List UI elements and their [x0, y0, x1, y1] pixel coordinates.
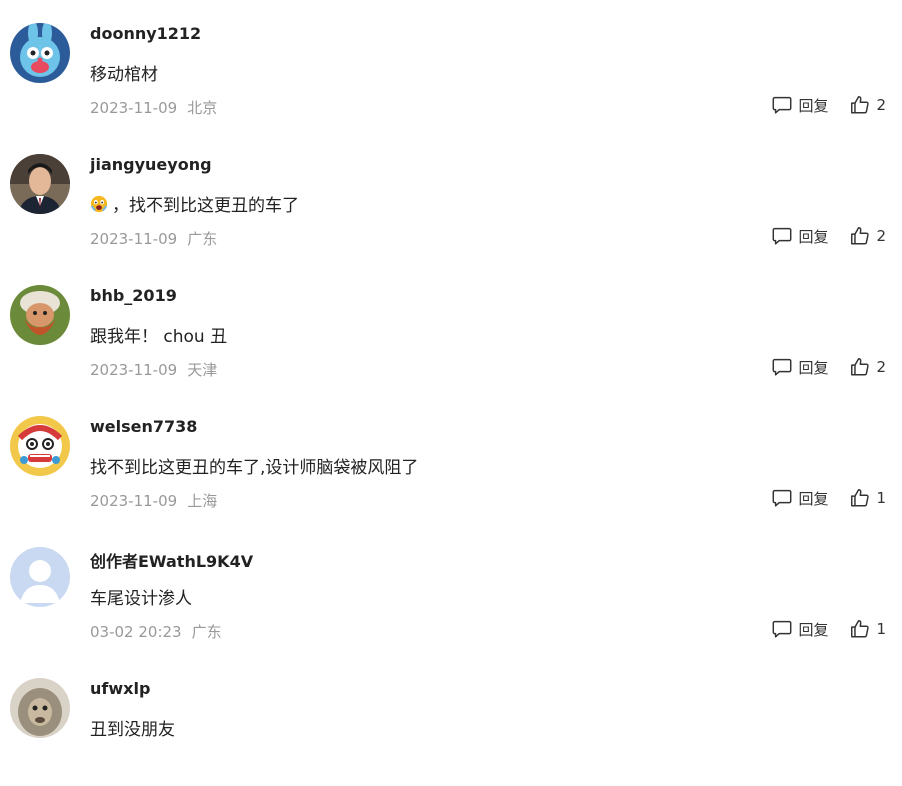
reply-label: 回复 [798, 489, 829, 508]
comment-icon [772, 489, 792, 507]
comment-icon [772, 227, 792, 245]
comment-meta: 03-02 20:23 广东 [90, 621, 222, 642]
reply-button[interactable]: 回复 [771, 487, 828, 509]
like-button[interactable]: 1 [849, 618, 886, 640]
comment-text-body: 找不到比这更丑的车了,设计师脑袋被风阻了 [90, 458, 419, 478]
comment-meta: 2023-11-09 北京 [90, 97, 217, 118]
like-count: 1 [876, 489, 886, 507]
comment-text-body: 跟我年！ chou 丑 [90, 327, 228, 347]
user-avatar[interactable] [10, 416, 70, 476]
comment-time: 2023-11-09 [90, 361, 178, 379]
comment-text-body: 车尾设计渗人 [90, 589, 192, 609]
comment-actions: 回复 1 [771, 618, 886, 640]
like-button[interactable]: 2 [849, 94, 886, 116]
comment-username[interactable]: doonny1212 [90, 24, 201, 43]
comment-icon [772, 96, 792, 114]
comment-time: 03-02 20:23 [90, 623, 182, 641]
like-button[interactable]: 1 [849, 487, 886, 509]
comment-time: 2023-11-09 [90, 492, 178, 510]
comment-username[interactable]: 创作者EWathL9K4V [90, 548, 253, 572]
like-count: 2 [876, 96, 886, 114]
comment-text: 车尾设计渗人 [90, 584, 192, 609]
comment-text-body: ，找不到比这更丑的车了 [112, 196, 299, 216]
user-avatar[interactable] [10, 285, 70, 345]
comment-location: 北京 [187, 99, 218, 117]
reply-button[interactable]: 回复 [771, 618, 828, 640]
comment-time: 2023-11-09 [90, 99, 178, 117]
comment-location: 上海 [187, 492, 218, 510]
comment-text: ，找不到比这更丑的车了 [90, 191, 299, 216]
comment-item: doonny1212 移动棺材 2023-11-09 北京 回复 2 [0, 0, 902, 131]
comment-meta: 2023-11-09 天津 [90, 359, 217, 380]
comment-text-body: 移动棺材 [90, 65, 158, 85]
user-avatar[interactable] [10, 678, 70, 738]
scared-face-icon [90, 195, 108, 213]
user-avatar[interactable] [10, 547, 70, 607]
comment-username[interactable]: jiangyueyong [90, 155, 212, 174]
thumbs-up-icon [851, 358, 870, 376]
like-button[interactable]: 2 [849, 356, 886, 378]
reply-label: 回复 [798, 96, 829, 115]
like-count: 2 [876, 358, 886, 376]
comment-item: welsen7738 找不到比这更丑的车了,设计师脑袋被风阻了 2023-11-09… [0, 393, 902, 524]
comment-icon [772, 620, 792, 638]
reply-label: 回复 [798, 358, 829, 377]
reply-button[interactable]: 回复 [771, 225, 828, 247]
thumbs-up-icon [851, 620, 870, 638]
reply-button[interactable]: 回复 [771, 94, 828, 116]
comment-time: 2023-11-09 [90, 230, 178, 248]
comment-location: 广东 [187, 230, 218, 248]
thumbs-up-icon [851, 489, 870, 507]
comment-meta: 2023-11-09 上海 [90, 490, 217, 511]
comment-text: 移动棺材 [90, 60, 158, 85]
comment-text: 丑到没朋友 [90, 715, 175, 740]
comment-actions: 回复 1 [771, 487, 886, 509]
comment-actions: 回复 2 [771, 225, 886, 247]
comment-username[interactable]: welsen7738 [90, 417, 197, 436]
like-button[interactable]: 2 [849, 225, 886, 247]
reply-label: 回复 [798, 620, 829, 639]
comment-item: ufwxlp 丑到没朋友 [0, 655, 902, 786]
comment-location: 广东 [191, 623, 222, 641]
like-count: 2 [876, 227, 886, 245]
comment-item: bhb_2019 跟我年！ chou 丑 2023-11-09 天津 回复 2 [0, 262, 902, 393]
like-count: 1 [876, 620, 886, 638]
comment-text: 找不到比这更丑的车了,设计师脑袋被风阻了 [90, 453, 418, 478]
comment-meta: 2023-11-09 广东 [90, 228, 217, 249]
user-avatar[interactable] [10, 154, 70, 214]
comment-item: 创作者EWathL9K4V 车尾设计渗人 03-02 20:23 广东 回复 1 [0, 524, 902, 655]
reply-label: 回复 [798, 227, 829, 246]
comment-item: jiangyueyong ，找不到比这更丑的车了 2023-11-09 广东 回复 2 [0, 131, 902, 262]
comment-text: 跟我年！ chou 丑 [90, 322, 227, 347]
comment-location: 天津 [187, 361, 218, 379]
comment-username[interactable]: ufwxlp [90, 679, 150, 698]
comment-username[interactable]: bhb_2019 [90, 286, 177, 305]
user-avatar[interactable] [10, 23, 70, 83]
reply-button[interactable]: 回复 [771, 356, 828, 378]
thumbs-up-icon [851, 96, 870, 114]
comment-icon [772, 358, 792, 376]
comment-actions: 回复 2 [771, 356, 886, 378]
comment-actions: 回复 2 [771, 94, 886, 116]
thumbs-up-icon [851, 227, 870, 245]
comment-list: doonny1212 移动棺材 2023-11-09 北京 回复 2 jiangyueyon… [0, 0, 902, 786]
comment-text-body: 丑到没朋友 [90, 720, 175, 740]
